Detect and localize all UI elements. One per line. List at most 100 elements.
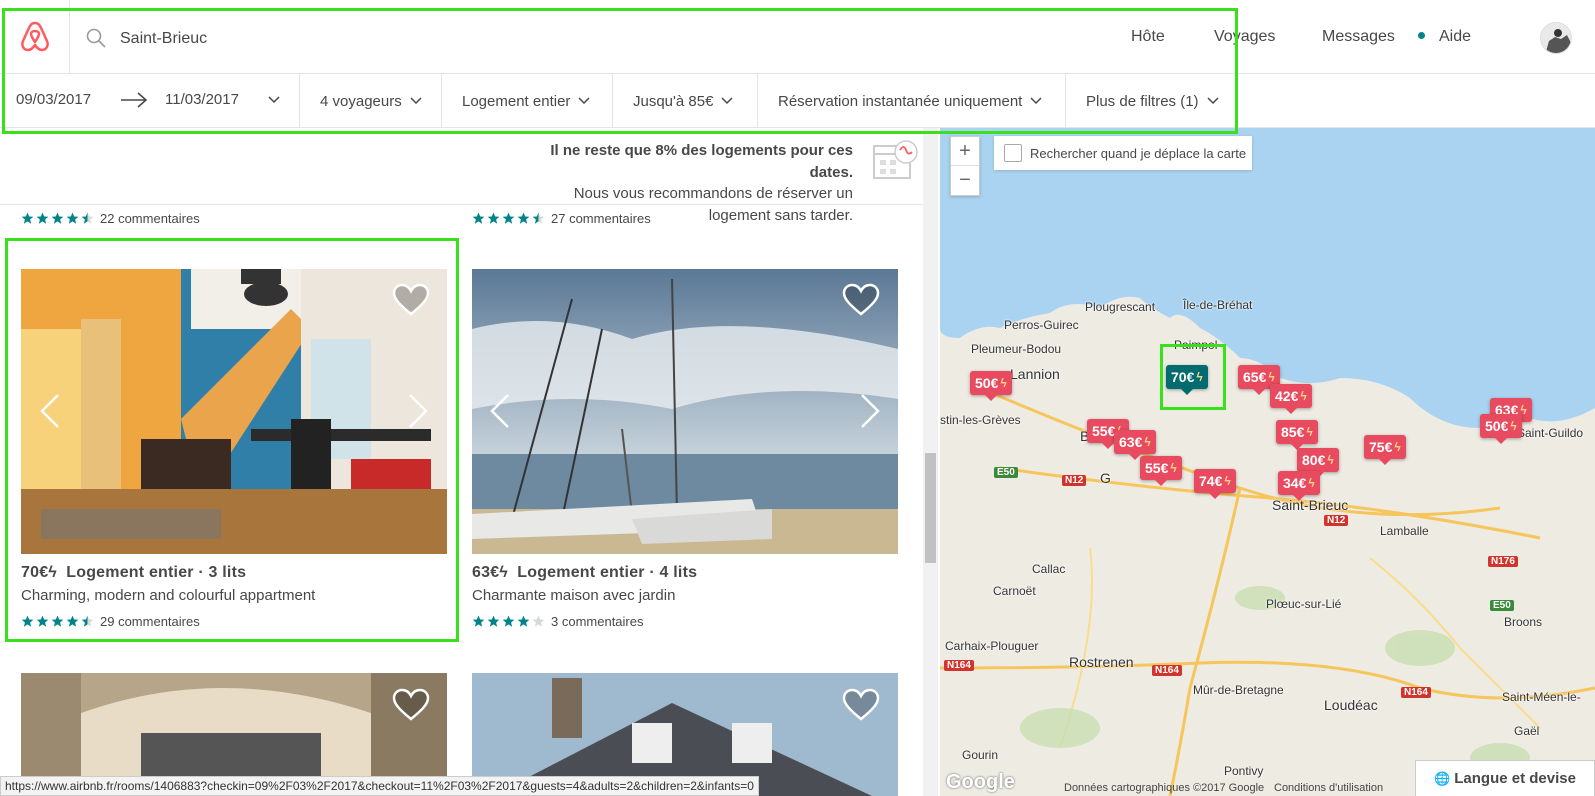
listing-title[interactable]: 70€ϟ Logement entier · 3 lits [21,564,246,582]
price-marker[interactable]: 85€ ϟ [1276,420,1318,450]
price-filter[interactable]: Jusqu'à 85€ [613,74,758,128]
terms-link[interactable]: Conditions d'utilisation [1274,782,1383,794]
chevron-right-icon[interactable] [858,391,882,431]
zoom-in-button[interactable]: + [951,137,979,166]
price-marker[interactable]: 42€ ϟ [1270,384,1312,414]
road-label: N164 [1401,687,1431,698]
listing-subtitle[interactable]: Charming, modern and colourful appartmen… [21,587,315,604]
star-icon [472,212,485,224]
guests-filter[interactable]: 4 voyageurs [300,74,442,128]
listing-subtitle[interactable]: Charmante maison avec jardin [472,587,675,604]
status-bar-url: https://www.airbnb.fr/rooms/1406883?chec… [0,776,759,796]
marker-price: 85€ [1281,424,1305,440]
map-place: Loudéac [1324,697,1378,713]
marker-price: 50€ [975,375,999,391]
more-filters[interactable]: Plus de filtres (1) [1066,74,1236,128]
price-marker[interactable]: 63€ ϟ [1114,430,1156,460]
map-place: G [1100,470,1111,486]
map-place: Gaël [1514,724,1540,738]
divider [0,204,938,205]
room-type-filter[interactable]: Logement entier [442,74,613,128]
star-icon [66,615,79,627]
price-marker[interactable]: 50€ ϟ [970,371,1012,401]
road-label: N176 [1488,556,1518,567]
airbnb-logo[interactable] [0,0,70,74]
price-marker-selected[interactable]: 70€ ϟ [1166,365,1208,395]
chevron-down-icon [1207,97,1219,105]
globe-icon: 🌐 [1434,770,1451,786]
marker-price: 65€ [1243,369,1267,385]
search-on-move-checkbox[interactable] [1004,144,1022,162]
price-marker[interactable]: 55€ϟ [1140,456,1182,486]
nav-trips[interactable]: Voyages [1214,28,1275,46]
listing-title[interactable]: 63€ϟ Logement entier · 4 lits [472,564,697,582]
chevron-left-icon[interactable] [38,391,62,431]
price-marker[interactable]: 80€ ϟ [1297,448,1339,478]
price-marker[interactable]: 75€ ϟ [1364,435,1406,465]
chevron-right-icon[interactable] [406,391,430,431]
zoom-out-button[interactable]: − [951,166,979,195]
nav-messages[interactable]: Messages [1322,28,1395,46]
instant-book-filter-label: Réservation instantanée uniquement [778,92,1023,110]
review-count: 3 commentaires [551,614,644,629]
nav-help[interactable]: Aide [1439,28,1471,46]
listing-photo-image [21,269,447,554]
instant-book-icon: ϟ [1000,376,1007,390]
map-place: Plougrescant [1085,300,1156,314]
instant-book-filter[interactable]: Réservation instantanée uniquement [758,74,1066,128]
star-icon [66,212,79,224]
map-place: Callac [1032,562,1066,576]
avatar[interactable] [1540,22,1572,54]
map-place: Lamballe [1380,524,1429,538]
star-icon [517,212,530,224]
search-on-move[interactable]: Rechercher quand je déplace la carte [994,136,1252,170]
rating-row: 29 commentaires [21,614,200,629]
marker-price: 34€ [1283,475,1307,491]
scrollbar[interactable] [923,128,938,796]
marker-price: 63€ [1119,434,1143,450]
instant-book-icon: ϟ [1308,476,1315,490]
marker-price: 55€ [1145,460,1169,476]
star-icon [36,615,49,627]
checkin-date[interactable]: 09/03/2017 [16,91,91,108]
heart-icon[interactable] [392,283,430,317]
map-place: Carhaix-Plouguer [945,639,1039,653]
heart-icon[interactable] [392,688,430,722]
star-icon [36,212,49,224]
more-filters-label: Plus de filtres (1) [1086,92,1199,110]
chevron-down-icon [1030,97,1042,105]
instant-book-icon: ϟ [1300,389,1307,403]
search-input[interactable] [120,26,720,52]
language-currency-button[interactable]: 🌐 Langue et devise [1415,760,1595,796]
road-label: E50 [1490,600,1514,611]
listing-photo[interactable] [21,269,447,554]
chevron-left-icon[interactable] [488,391,512,431]
price-marker[interactable]: 74€ ϟ [1194,469,1236,499]
star-icon [472,615,485,627]
marker-price: 70€ [1171,369,1195,385]
listing-photo-image [472,269,898,554]
nav-host[interactable]: Hôte [1131,28,1165,46]
marker-price: 55€ [1092,423,1116,439]
map[interactable]: + − Rechercher quand je déplace la carte… [940,128,1595,796]
checkout-date[interactable]: 11/03/2017 [165,91,239,108]
instant-book-icon: ϟ [1144,435,1151,449]
price-marker[interactable]: 50€ ϟ [1480,414,1522,444]
heart-icon[interactable] [842,688,880,722]
star-icon [21,212,34,224]
instant-book-icon: ϟ [1306,425,1313,439]
road-label: N164 [944,660,974,671]
road-label: N12 [1062,475,1087,486]
instant-book-icon: ϟ [1224,474,1231,488]
scrollbar-thumb[interactable] [925,453,936,563]
star-icon [487,615,500,627]
listing-photo[interactable] [472,269,898,554]
map-place: Plœuc-sur-Lié [1266,597,1342,611]
instant-book-icon: ϟ [1510,419,1517,433]
heart-icon[interactable] [842,283,880,317]
search-on-move-label: Rechercher quand je déplace la carte [1030,145,1247,161]
map-place: Broons [1504,615,1543,629]
instant-book-icon: ϟ [1268,370,1275,384]
marker-price: 42€ [1275,388,1299,404]
price-marker[interactable]: 34€ ϟ [1278,471,1320,501]
